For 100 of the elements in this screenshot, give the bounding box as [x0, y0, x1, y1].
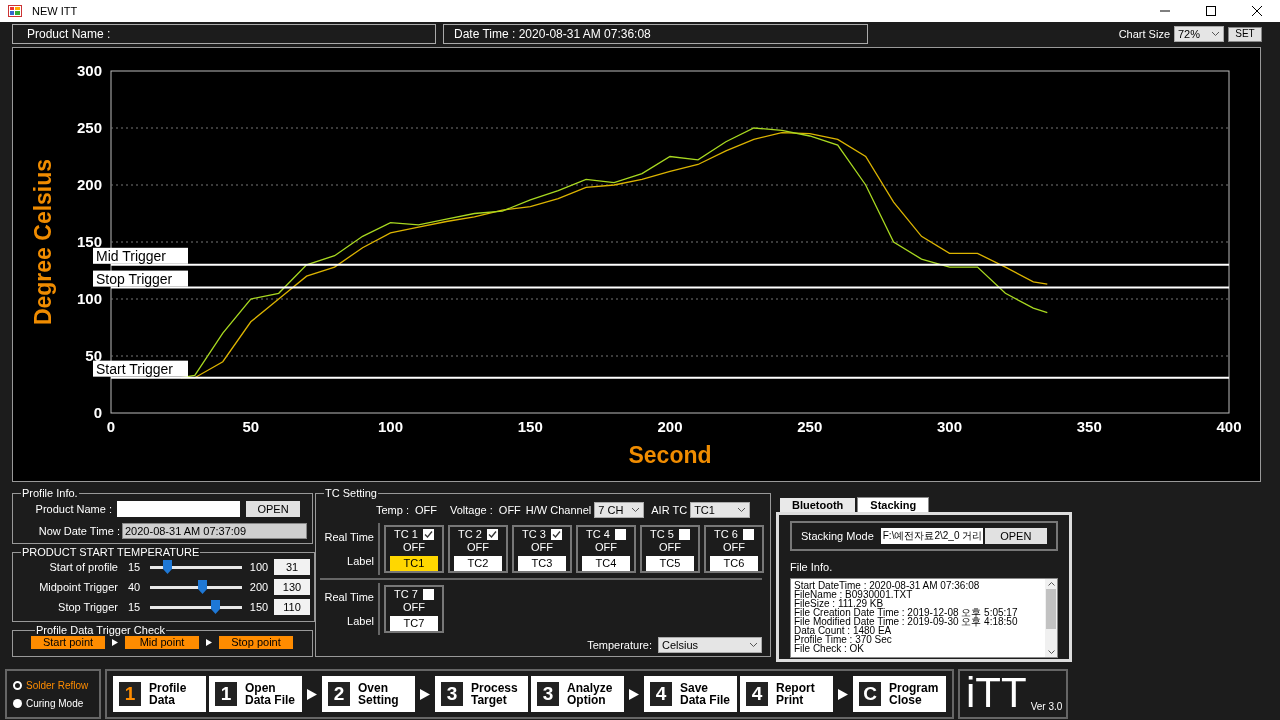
chevron-icon: [749, 642, 758, 648]
radio-button[interactable]: [13, 698, 22, 708]
logo-text: iTT: [966, 673, 1027, 713]
chart-size-label: Chart Size: [1118, 26, 1170, 42]
trigger-label: Start Trigger: [93, 360, 188, 377]
chevron-icon: [1211, 31, 1220, 37]
radio-button[interactable]: [13, 680, 22, 690]
slider-label: Midpoint Trigger: [38, 579, 119, 595]
channel-checkbox[interactable]: [550, 529, 562, 540]
channel-label-field[interactable]: TC3: [518, 556, 566, 571]
dropdown-value: 7 CH: [598, 502, 624, 518]
trigger-point-indicator: Mid point: [125, 636, 199, 649]
dropdown-value: TC1: [694, 502, 715, 518]
product-name-field: Product Name :: [12, 24, 436, 44]
window-title: NEW ITT: [32, 3, 78, 19]
set-button[interactable]: SET: [1228, 26, 1262, 42]
maximize-icon[interactable]: [1206, 6, 1216, 16]
now-date-time-field: 2020-08-31 AM 07:37:09: [122, 522, 307, 539]
file-info-line: Data Count : 1480 EA: [794, 625, 892, 635]
x-tick-label: 100: [378, 418, 403, 435]
date-time-display: Date Time : 2020-08-31 AM 07:36:08: [443, 24, 868, 44]
channel-checkbox[interactable]: [486, 529, 498, 540]
step-button[interactable]: C Program Close: [853, 676, 946, 712]
step-button[interactable]: 1 Profile Data: [113, 676, 206, 712]
scroll-thumb[interactable]: [1046, 588, 1056, 629]
y-axis-title: Degree Celsius: [30, 158, 56, 326]
channel-reading: OFF: [403, 541, 425, 554]
slider-track[interactable]: [150, 580, 242, 594]
channel-reading: OFF: [467, 541, 489, 554]
slider-thumb[interactable]: [163, 560, 173, 574]
slider-value-field[interactable]: 110: [274, 599, 310, 615]
slider-thumb[interactable]: [197, 580, 207, 594]
channel-label-field[interactable]: TC1: [390, 556, 438, 571]
slider-max: 100: [248, 559, 270, 575]
slider-track[interactable]: [150, 600, 242, 614]
channel-checkbox[interactable]: [422, 589, 434, 600]
channel-label-field[interactable]: TC7: [390, 616, 438, 631]
app-icon: [8, 5, 22, 17]
air-tc-dropdown[interactable]: TC1: [690, 502, 751, 518]
y-tick-label: 250: [76, 119, 102, 136]
scrollbar[interactable]: [1045, 578, 1057, 657]
channel-checkbox[interactable]: [678, 529, 690, 540]
trigger-label: Stop Trigger: [93, 270, 188, 287]
slider-min: 15: [126, 599, 142, 615]
y-tick-label: 100: [76, 290, 102, 307]
channel-reading: OFF: [723, 541, 745, 554]
temp-label: Temp :: [376, 502, 409, 518]
product-name-input[interactable]: [117, 501, 240, 518]
arrow-icon: [206, 639, 212, 646]
close-icon[interactable]: [1252, 6, 1262, 16]
x-tick-label: 50: [242, 418, 260, 435]
mode-label: Solder Reflow: [26, 678, 89, 693]
slider-min: 40: [126, 579, 142, 595]
channel-label-field[interactable]: TC6: [710, 556, 758, 571]
temp-value: OFF: [415, 502, 437, 518]
channel-label-field[interactable]: TC2: [454, 556, 502, 571]
step-button[interactable]: 3 Process Target: [435, 676, 528, 712]
channel-dropdown[interactable]: 7 CH: [594, 502, 645, 518]
arrow-icon: [112, 639, 118, 646]
slider-track[interactable]: [150, 560, 242, 574]
group-title: PRODUCT START TEMPERATURE: [21, 546, 201, 558]
x-axis-title: Second: [628, 442, 712, 468]
panel-tab[interactable]: Bluetooth: [780, 498, 856, 512]
step-button[interactable]: 2 Oven Setting: [322, 676, 415, 712]
y-tick-label: 200: [76, 176, 102, 193]
file-info-line: File Check : OK: [794, 643, 865, 653]
step-button[interactable]: 3 Analyze Option: [531, 676, 624, 712]
file-info-line: FileName : B0930001.TXT: [794, 589, 913, 599]
version-label: Ver 3.0: [1030, 701, 1063, 713]
channel-checkbox[interactable]: [422, 529, 434, 540]
chart-size-dropdown[interactable]: 72%: [1174, 26, 1224, 42]
slider-max: 200: [248, 579, 270, 595]
step-button[interactable]: 4 Report Print: [740, 676, 833, 712]
group-title: TC Setting: [324, 487, 378, 499]
channel-checkbox[interactable]: [614, 529, 626, 540]
open-button[interactable]: OPEN: [984, 528, 1047, 544]
open-button[interactable]: OPEN: [246, 501, 300, 518]
panel-tab[interactable]: Stacking: [857, 497, 930, 512]
group-title: Profile Data Trigger Check: [35, 624, 166, 636]
row-label: Real Time: [324, 530, 374, 545]
channel-label-field[interactable]: TC4: [582, 556, 630, 571]
slider-thumb[interactable]: [210, 600, 220, 614]
step-button[interactable]: 4 Save Data File: [644, 676, 737, 712]
trigger-point-indicator: Stop point: [219, 636, 293, 649]
step-button[interactable]: 1 Open Data File: [209, 676, 302, 712]
channel-label: H/W Channel: [525, 502, 592, 518]
slider-value-field[interactable]: 31: [274, 559, 310, 575]
field-label: Product Name :: [34, 502, 113, 517]
temperature-unit-dropdown[interactable]: Celsius: [658, 637, 762, 653]
slider-value-field[interactable]: 130: [274, 579, 310, 595]
channel-reading: OFF: [595, 541, 617, 554]
x-tick-label: 250: [797, 418, 823, 435]
channel-label-field[interactable]: TC5: [646, 556, 694, 571]
path-field[interactable]: F:\예전자료2\2_0 거리: [880, 528, 983, 544]
channel-checkbox[interactable]: [742, 529, 754, 540]
row-label: Label: [347, 613, 374, 629]
y-tick-label: 150: [76, 233, 102, 250]
channel-name: TC 5: [650, 528, 674, 541]
row-label: Label: [347, 553, 374, 569]
trigger-point-indicator: Start point: [31, 636, 105, 649]
